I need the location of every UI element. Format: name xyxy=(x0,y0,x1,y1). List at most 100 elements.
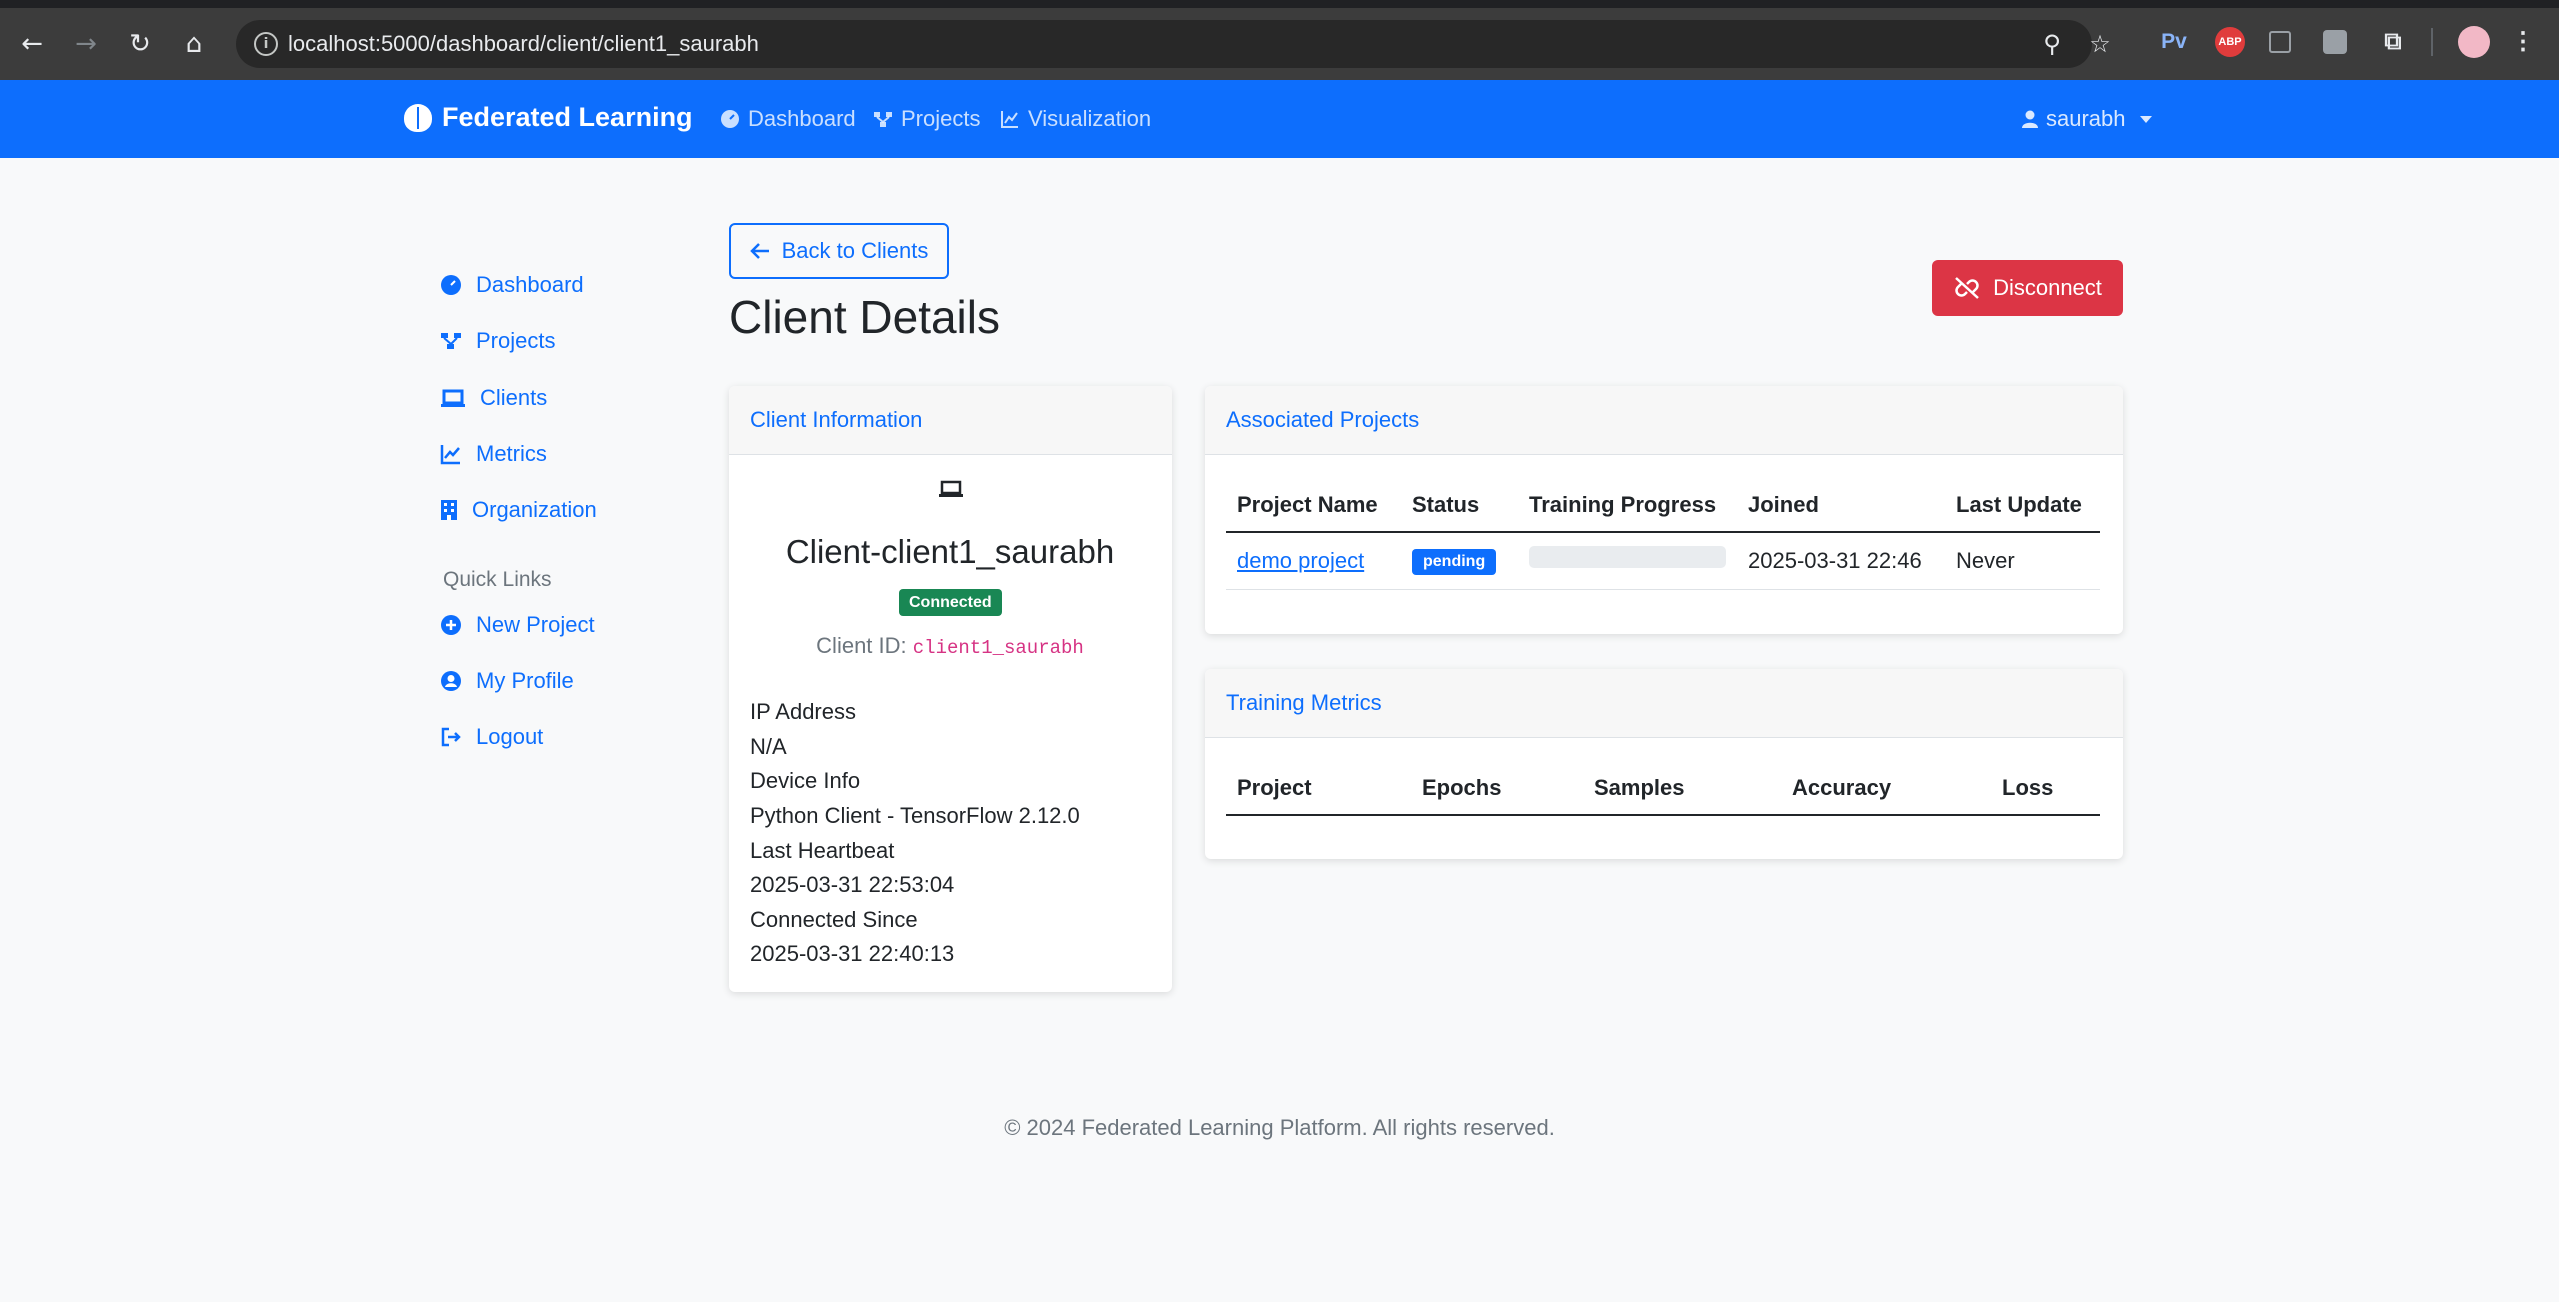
status-badge: Connected xyxy=(899,589,1002,616)
zoom-icon[interactable]: ⚲ xyxy=(2036,28,2068,60)
nav-projects[interactable]: Projects xyxy=(873,106,980,132)
column-header: Last Update xyxy=(1945,478,2100,533)
last-update-cell: Never xyxy=(1945,532,2100,590)
browser-chrome: ← → ↻ ⌂ i localhost:5000/dashboard/clien… xyxy=(0,0,2559,80)
project-link[interactable]: demo project xyxy=(1237,548,1364,573)
menu-kebab-icon[interactable]: ⋮ xyxy=(2508,27,2538,57)
user-circle-icon xyxy=(441,671,461,691)
bookmark-star-icon[interactable]: ☆ xyxy=(2084,28,2116,60)
column-header: Samples xyxy=(1583,761,1781,816)
gauge-icon xyxy=(721,110,739,128)
nav-visualization[interactable]: Visualization xyxy=(1000,106,1151,132)
diagram-icon xyxy=(874,112,892,127)
joined-cell: 2025-03-31 22:46 xyxy=(1737,532,1945,590)
sidebar-item-organization[interactable]: Organization xyxy=(440,497,597,523)
toolbar-separator xyxy=(2431,28,2433,56)
training-metrics-card: Training Metrics Project Epochs Samples … xyxy=(1205,669,2123,859)
gauge-icon xyxy=(441,275,461,295)
status-badge: pending xyxy=(1412,549,1497,576)
back-arrow-icon[interactable]: ← xyxy=(14,26,50,62)
line-chart-icon xyxy=(440,445,460,465)
site-info-icon[interactable]: i xyxy=(254,32,278,56)
sign-out-icon xyxy=(441,727,461,747)
last-heartbeat-label: Last Heartbeat xyxy=(750,838,895,863)
pv-extension-icon[interactable]: Pv xyxy=(2159,27,2189,57)
url-text[interactable]: localhost:5000/dashboard/client/client1_… xyxy=(288,31,759,57)
nav-projects-label: Projects xyxy=(901,106,981,131)
ip-address-label: IP Address xyxy=(750,699,856,724)
user-icon xyxy=(2022,110,2038,128)
table-row: demo project pending 2025-03-31 22:46 Ne… xyxy=(1226,532,2100,590)
home-icon[interactable]: ⌂ xyxy=(176,26,212,62)
sidebar-item-label: Metrics xyxy=(476,441,547,466)
page-title: Client Details xyxy=(729,291,1000,343)
column-header: Project Name xyxy=(1226,478,1401,533)
footer-copyright: © 2024 Federated Learning Platform. All … xyxy=(1004,1115,1555,1140)
card-header: Client Information xyxy=(729,386,1172,455)
forward-arrow-icon[interactable]: → xyxy=(68,26,104,62)
sidebar-item-dashboard[interactable]: Dashboard xyxy=(440,272,584,298)
nav-dashboard-label: Dashboard xyxy=(748,106,856,131)
client-id: Client ID: client1_saurabh xyxy=(729,633,1171,659)
sidebar-item-clients[interactable]: Clients xyxy=(440,385,547,411)
sidebar-item-label: New Project xyxy=(476,612,595,637)
connected-since-label: Connected Since xyxy=(750,907,918,932)
plus-circle-icon xyxy=(441,615,461,635)
client-name: Client-client1_saurabh xyxy=(785,533,1115,570)
card-header: Training Metrics xyxy=(1205,669,2123,738)
brand-text: Federated Learning xyxy=(442,102,693,132)
last-heartbeat-value: 2025-03-31 22:53:04 xyxy=(750,872,955,897)
laptop-icon xyxy=(939,480,963,497)
metrics-table: Project Epochs Samples Accuracy Loss xyxy=(1226,761,2100,816)
arrow-left-icon xyxy=(749,243,769,259)
ip-address-value: N/A xyxy=(750,734,787,759)
nav-dashboard[interactable]: Dashboard xyxy=(720,106,856,132)
sidebar-item-projects[interactable]: Projects xyxy=(440,328,555,354)
sidebar-item-label: Dashboard xyxy=(476,272,584,297)
device-info-label: Device Info xyxy=(750,768,861,793)
user-name: saurabh xyxy=(2046,106,2126,131)
reload-icon[interactable]: ↻ xyxy=(122,26,158,62)
tab-strip xyxy=(0,0,2559,8)
sidebar-item-label: Projects xyxy=(476,328,556,353)
table-header-row: Project Epochs Samples Accuracy Loss xyxy=(1226,761,2100,816)
extension-icon[interactable] xyxy=(2269,31,2291,53)
line-chart-icon xyxy=(1001,111,1018,128)
laptop-icon xyxy=(441,389,465,407)
back-button-label: Back to Clients xyxy=(781,238,929,263)
column-header: Epochs xyxy=(1411,761,1583,816)
column-header: Training Progress xyxy=(1518,478,1737,533)
column-header: Loss xyxy=(1991,761,2100,816)
user-dropdown[interactable]: saurabh xyxy=(2020,106,2152,132)
sidebar-item-logout[interactable]: Logout xyxy=(440,724,543,750)
sidebar-item-label: Logout xyxy=(476,724,544,749)
associated-projects-card: Associated Projects Project Name Status … xyxy=(1205,386,2123,634)
back-to-clients-button[interactable]: Back to Clients xyxy=(729,223,949,279)
chevron-down-icon xyxy=(2139,115,2152,123)
connected-since-value: 2025-03-31 22:40:13 xyxy=(750,941,955,966)
sidebar-item-metrics[interactable]: Metrics xyxy=(440,441,547,467)
top-navbar: Federated Learning Dashboard Projects Vi… xyxy=(0,80,2559,158)
sidebar-item-label: Clients xyxy=(480,385,548,410)
column-header: Joined xyxy=(1737,478,1945,533)
column-header: Accuracy xyxy=(1781,761,1991,816)
building-icon xyxy=(441,500,457,520)
puzzle-extensions-icon[interactable]: ⧉ xyxy=(2378,27,2408,57)
quick-links-heading: Quick Links xyxy=(443,568,552,591)
brand-link[interactable]: Federated Learning xyxy=(404,102,693,133)
sidebar-item-my-profile[interactable]: My Profile xyxy=(440,668,574,694)
unlink-icon xyxy=(1955,277,1979,299)
brain-icon xyxy=(404,103,432,132)
extension-icon-2[interactable] xyxy=(2323,30,2347,54)
client-id-label: Client ID: xyxy=(816,633,907,658)
table-header-row: Project Name Status Training Progress Jo… xyxy=(1226,478,2100,533)
profile-avatar[interactable] xyxy=(2458,26,2490,58)
sidebar-item-new-project[interactable]: New Project xyxy=(440,612,595,638)
diagram-icon xyxy=(441,333,461,349)
adblock-extension-icon[interactable]: ABP xyxy=(2215,27,2245,57)
sidebar-item-label: My Profile xyxy=(476,668,574,693)
client-id-value: client1_saurabh xyxy=(912,637,1084,659)
training-progress-bar xyxy=(1529,545,1726,568)
address-bar[interactable]: i localhost:5000/dashboard/client/client… xyxy=(236,20,2111,68)
disconnect-button[interactable]: Disconnect xyxy=(1932,260,2123,316)
